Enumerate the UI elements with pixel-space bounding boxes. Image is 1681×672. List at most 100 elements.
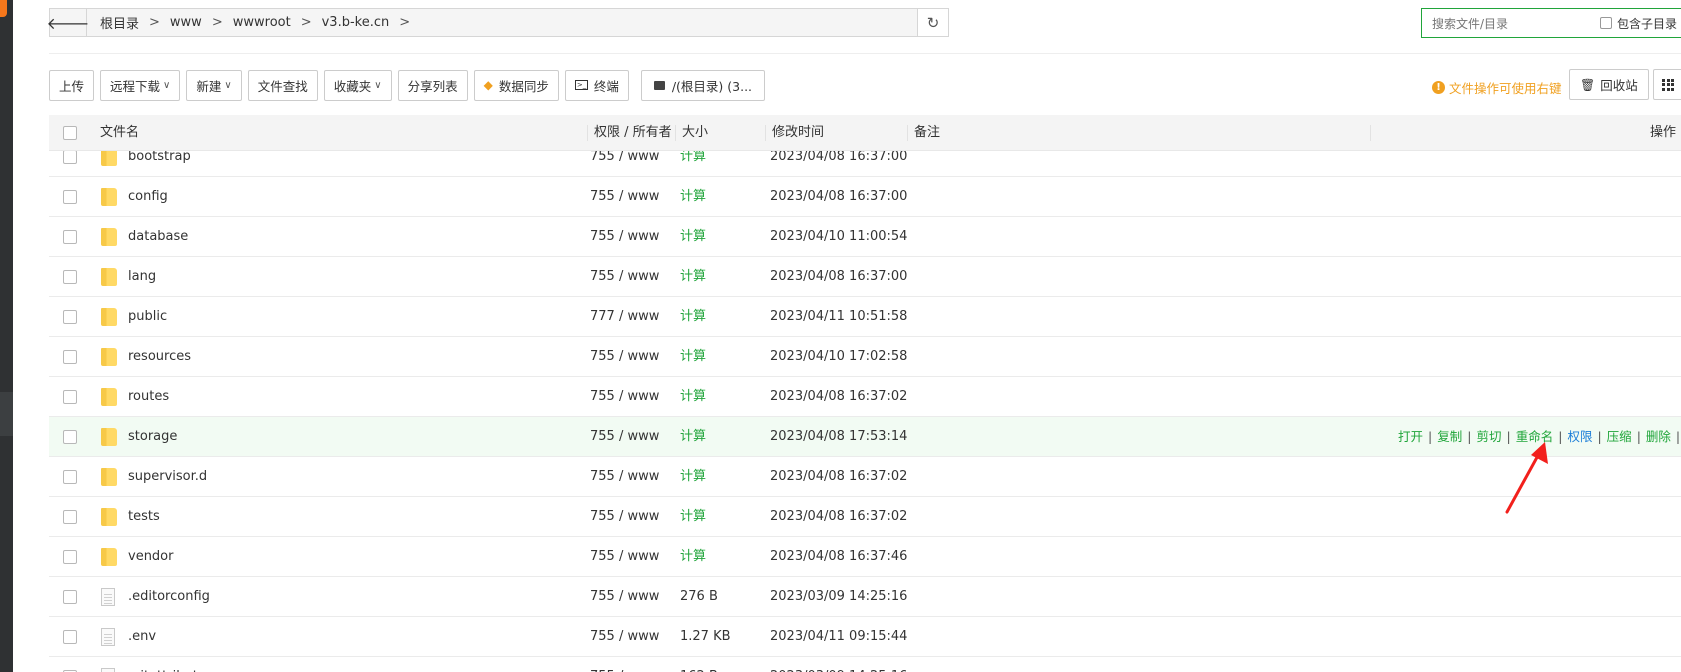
- file-name[interactable]: vendor: [128, 537, 173, 576]
- favorites-button[interactable]: 收藏夹 ∨: [323, 69, 392, 101]
- upload-button[interactable]: 上传: [49, 69, 95, 101]
- disk-selector-button[interactable]: /(根目录) (3...: [640, 69, 766, 101]
- file-name[interactable]: public: [128, 297, 167, 336]
- file-permission[interactable]: 755 / www: [590, 217, 659, 256]
- file-name[interactable]: .env: [128, 617, 156, 656]
- row-checkbox[interactable]: [63, 470, 77, 484]
- row-checkbox[interactable]: [63, 270, 77, 284]
- file-permission[interactable]: 777 / www: [590, 297, 659, 336]
- file-permission[interactable]: 755 / www: [590, 257, 659, 296]
- file-name[interactable]: lang: [128, 257, 156, 296]
- file-name[interactable]: bootstrap: [128, 151, 191, 176]
- column-divider[interactable]: [587, 125, 588, 141]
- table-row[interactable]: vendor 755 / www 计算 2023/04/08 16:37:46: [49, 537, 1681, 577]
- file-permission[interactable]: 755 / www: [590, 377, 659, 416]
- file-size[interactable]: 计算: [680, 217, 706, 256]
- file-permission[interactable]: 755 / www: [590, 497, 659, 536]
- table-row[interactable]: .editorconfig 755 / www 276 B 2023/03/09 14…: [49, 577, 1681, 617]
- include-subdirs-toggle[interactable]: 包含子目录: [1600, 9, 1677, 37]
- row-checkbox[interactable]: [63, 630, 77, 644]
- row-checkbox[interactable]: [63, 510, 77, 524]
- row-checkbox[interactable]: [63, 550, 77, 564]
- file-size[interactable]: 计算: [680, 337, 706, 376]
- data-sync-button[interactable]: ◆ 数据同步: [473, 69, 559, 101]
- table-row[interactable]: bootstrap 755 / www 计算 2023/04/08 16:37:00: [49, 151, 1681, 177]
- file-permission[interactable]: 755 / www: [590, 177, 659, 216]
- file-size[interactable]: 计算: [680, 177, 706, 216]
- header-mtime[interactable]: 修改时间: [772, 115, 824, 151]
- file-permission[interactable]: 755 / www: [590, 577, 659, 616]
- column-divider[interactable]: [907, 125, 908, 141]
- column-divider[interactable]: [765, 125, 766, 141]
- row-action-6[interactable]: 删除: [1646, 417, 1671, 456]
- file-name[interactable]: routes: [128, 377, 169, 416]
- find-file-button[interactable]: 文件查找: [247, 69, 318, 101]
- breadcrumb-site[interactable]: v3.b-ke.cn: [316, 15, 396, 30]
- file-permission[interactable]: 755 / www: [590, 657, 659, 672]
- table-row[interactable]: storage 755 / www 计算 2023/04/08 17:53:14 打开 |…: [49, 417, 1681, 457]
- table-row[interactable]: routes 755 / www 计算 2023/04/08 16:37:02: [49, 377, 1681, 417]
- file-size[interactable]: 计算: [680, 257, 706, 296]
- row-checkbox[interactable]: [63, 390, 77, 404]
- file-size[interactable]: 计算: [680, 537, 706, 576]
- file-name[interactable]: supervisor.d: [128, 457, 207, 496]
- breadcrumb-www[interactable]: www: [164, 15, 208, 30]
- select-all-checkbox[interactable]: [63, 126, 77, 140]
- file-size[interactable]: 计算: [680, 151, 706, 176]
- column-divider[interactable]: [675, 125, 676, 141]
- file-permission[interactable]: 755 / www: [590, 417, 659, 456]
- file-size[interactable]: 计算: [680, 297, 706, 336]
- table-row[interactable]: lang 755 / www 计算 2023/04/08 16:37:00: [49, 257, 1681, 297]
- refresh-button[interactable]: ↻: [917, 9, 948, 36]
- row-checkbox[interactable]: [63, 151, 77, 164]
- header-permission[interactable]: 权限 / 所有者: [594, 115, 672, 151]
- search-input[interactable]: [1430, 14, 1594, 34]
- row-action-4[interactable]: 权限: [1567, 417, 1592, 456]
- file-name[interactable]: storage: [128, 417, 177, 456]
- share-list-button[interactable]: 分享列表: [397, 69, 468, 101]
- file-size[interactable]: 计算: [680, 417, 706, 456]
- file-name[interactable]: database: [128, 217, 188, 256]
- file-name[interactable]: .gitattributes: [128, 657, 213, 672]
- header-size[interactable]: 大小: [682, 115, 708, 151]
- row-checkbox[interactable]: [63, 590, 77, 604]
- table-row[interactable]: tests 755 / www 计算 2023/04/08 16:37:02: [49, 497, 1681, 537]
- row-checkbox[interactable]: [63, 310, 77, 324]
- row-action-5[interactable]: 压缩: [1607, 417, 1632, 456]
- file-permission[interactable]: 755 / www: [590, 337, 659, 376]
- file-size[interactable]: 计算: [680, 377, 706, 416]
- file-name[interactable]: .editorconfig: [128, 577, 210, 616]
- file-name[interactable]: config: [128, 177, 168, 216]
- row-action-0[interactable]: 打开: [1398, 417, 1423, 456]
- file-permission[interactable]: 755 / www: [590, 151, 659, 176]
- file-name[interactable]: tests: [128, 497, 160, 536]
- row-checkbox[interactable]: [63, 230, 77, 244]
- new-button[interactable]: 新建 ∨: [186, 69, 242, 101]
- row-checkbox[interactable]: [63, 430, 77, 444]
- table-row[interactable]: .env 755 / www 1.27 KB 2023/04/11 09:15:44: [49, 617, 1681, 657]
- table-row[interactable]: supervisor.d 755 / www 计算 2023/04/08 16:37:…: [49, 457, 1681, 497]
- column-divider[interactable]: [1370, 125, 1371, 141]
- table-row[interactable]: public 777 / www 计算 2023/04/11 10:51:58: [49, 297, 1681, 337]
- recycle-bin-button[interactable]: 🗑 回收站: [1569, 69, 1649, 100]
- table-row[interactable]: .gitattributes 755 / www 162 B 2023/03/09 1…: [49, 657, 1681, 672]
- table-row[interactable]: config 755 / www 计算 2023/04/08 16:37:00: [49, 177, 1681, 217]
- row-checkbox[interactable]: [63, 190, 77, 204]
- back-button[interactable]: 🡐: [47, 9, 89, 36]
- file-name[interactable]: resources: [128, 337, 191, 376]
- row-action-1[interactable]: 复制: [1437, 417, 1462, 456]
- table-row[interactable]: database 755 / www 计算 2023/04/10 11:00:54: [49, 217, 1681, 257]
- file-size[interactable]: 计算: [680, 497, 706, 536]
- terminal-button[interactable]: >_ 终端: [564, 69, 629, 101]
- breadcrumb-wwwroot[interactable]: wwwroot: [227, 15, 297, 30]
- file-permission[interactable]: 755 / www: [590, 617, 659, 656]
- view-mode-button[interactable]: [1653, 69, 1681, 100]
- file-permission[interactable]: 755 / www: [590, 537, 659, 576]
- include-subdirs-checkbox[interactable]: [1600, 17, 1612, 29]
- file-size[interactable]: 计算: [680, 457, 706, 496]
- table-row[interactable]: resources 755 / www 计算 2023/04/10 17:02:58: [49, 337, 1681, 377]
- remote-download-button[interactable]: 远程下载 ∨: [100, 69, 181, 101]
- breadcrumb-root[interactable]: 根目录: [94, 13, 145, 32]
- file-permission[interactable]: 755 / www: [590, 457, 659, 496]
- row-checkbox[interactable]: [63, 350, 77, 364]
